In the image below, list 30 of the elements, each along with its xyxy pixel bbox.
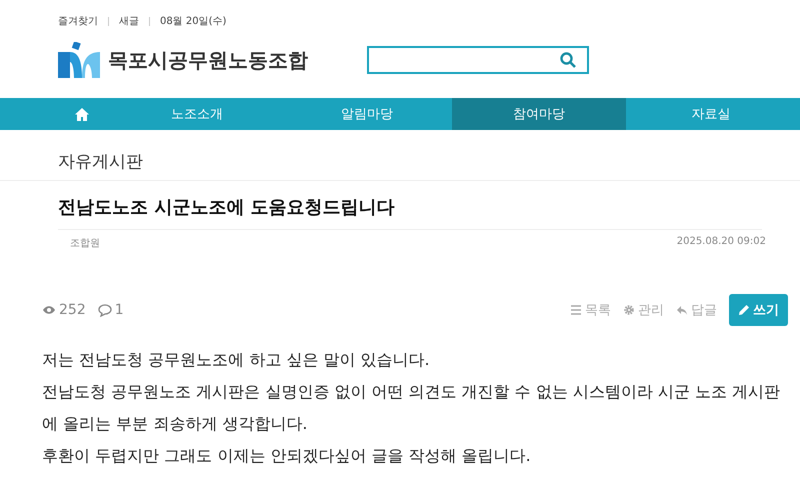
body-paragraph: 후환이 두렵지만 그래도 이제는 안되겠다싶어 글을 작성해 올립니다. bbox=[42, 445, 532, 467]
list-button[interactable]: 목록 bbox=[570, 301, 611, 319]
post-title: 전남도노조 시군노조에 도움요청드립니다 bbox=[58, 195, 762, 230]
nav-tab[interactable]: 자료실 bbox=[626, 98, 796, 130]
nav-tab[interactable]: 참여마당 bbox=[452, 98, 626, 130]
author-name: 조합원 bbox=[70, 237, 100, 250]
comment-count: 1 bbox=[114, 302, 124, 318]
nav-tab[interactable]: 알림마당 bbox=[282, 98, 452, 130]
search-field[interactable] bbox=[367, 46, 589, 74]
reply-icon bbox=[676, 304, 688, 316]
view-count: 252 bbox=[59, 302, 86, 318]
post-date: 2025.08.20 09:02 bbox=[676, 236, 766, 249]
list-icon bbox=[570, 304, 582, 316]
gear-icon bbox=[623, 304, 635, 316]
search-icon[interactable] bbox=[559, 51, 577, 69]
nav-tab[interactable]: 노조소개 bbox=[112, 98, 282, 130]
top-link[interactable]: 즐겨찾기 bbox=[58, 14, 98, 28]
home-icon[interactable] bbox=[75, 108, 89, 120]
comment-icon bbox=[98, 303, 112, 317]
date-text: 08월 20일(수) bbox=[160, 15, 226, 28]
admin-button[interactable]: 관리 bbox=[623, 301, 664, 319]
reply-button[interactable]: 답글 bbox=[676, 301, 717, 319]
pencil-icon bbox=[738, 304, 750, 316]
board-title: 자유게시판 bbox=[0, 130, 800, 181]
site-name[interactable]: 목포시공무원노동조합 bbox=[108, 46, 323, 74]
top-link[interactable]: 새글 bbox=[119, 14, 139, 28]
body-paragraph: 저는 전남도청 공무원노조에 하고 싶은 말이 있습니다. bbox=[42, 349, 431, 371]
write-button[interactable]: 쓰기 bbox=[729, 294, 788, 326]
logo-icon[interactable] bbox=[58, 42, 100, 78]
body-paragraph: 전남도청 공무원노조 게시판은 실명인증 없이 어떤 의견도 개진할 수 없는 시스템이라 시군 노조 게시판에 올리는 부분 죄송하게 생각합니다. bbox=[42, 381, 782, 435]
